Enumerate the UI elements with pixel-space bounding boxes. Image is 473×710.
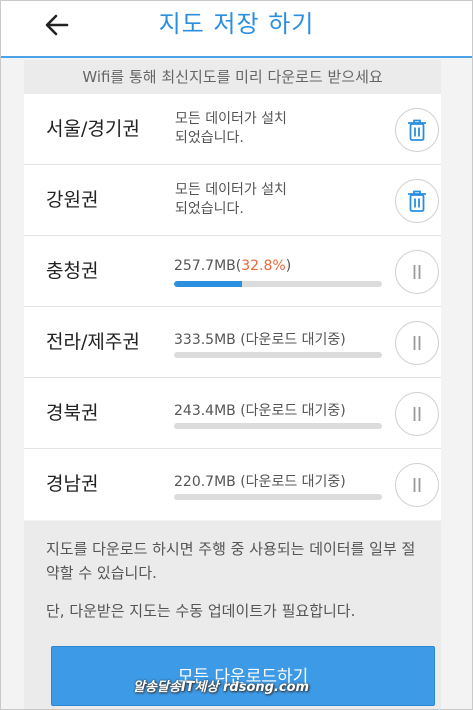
pause-icon <box>413 478 421 492</box>
pause-button[interactable] <box>395 250 439 294</box>
delete-button[interactable] <box>395 179 439 223</box>
app-header: 지도 저장 하기 <box>0 0 473 58</box>
download-size: 257.7MB(32.8%) <box>174 258 292 274</box>
region-name: 경남권 <box>46 473 99 495</box>
region-name: 강원권 <box>46 189 99 211</box>
progress-bar <box>174 423 382 429</box>
region-status: 모든 데이터가 설치 되었습니다. <box>175 181 385 219</box>
region-status: 모든 데이터가 설치 되었습니다. <box>175 110 385 148</box>
download-size: 243.4MB (다운로드 대기중) <box>174 400 346 420</box>
delete-button[interactable] <box>395 108 439 152</box>
pause-icon <box>413 265 421 279</box>
waiting-status: (다운로드 대기중) <box>240 332 346 348</box>
download-size: 220.7MB (다운로드 대기중) <box>174 471 346 491</box>
size-value: 257.7MB <box>174 258 236 274</box>
region-list: 서울/경기권 모든 데이터가 설치 되었습니다. 강원권 모든 데이터가 설치 … <box>24 94 441 520</box>
info-manual-update: 단, 다운받은 지도는 수동 업데이트가 필요합니다. <box>46 602 356 620</box>
wifi-hint: Wifi를 통해 최신지도를 미리 다운로드 받으세요 <box>24 60 441 94</box>
pause-button[interactable] <box>395 463 439 507</box>
watermark: 알송달송IT세상 rdsong.com <box>133 680 310 695</box>
pause-button[interactable] <box>395 321 439 365</box>
size-value: 220.7MB <box>174 474 236 490</box>
status-line: 모든 데이터가 설치 <box>175 111 287 127</box>
size-value: 333.5MB <box>174 332 236 348</box>
region-row-gyeongbuk: 경북권 243.4MB (다운로드 대기중) <box>24 378 441 449</box>
download-size: 333.5MB (다운로드 대기중) <box>174 329 346 349</box>
status-line: 되었습니다. <box>175 130 244 146</box>
pause-icon <box>413 407 421 421</box>
progress-bar <box>174 281 382 287</box>
region-row-seoul: 서울/경기권 모든 데이터가 설치 되었습니다. <box>24 94 441 165</box>
pause-icon <box>413 336 421 350</box>
progress-bar <box>174 352 382 358</box>
region-name: 경북권 <box>46 402 99 424</box>
pause-button[interactable] <box>395 392 439 436</box>
region-row-chungcheong: 충청권 257.7MB(32.8%) <box>24 236 441 307</box>
waiting-status: (다운로드 대기중) <box>240 403 346 419</box>
progress-percent: 32.8% <box>241 258 286 274</box>
progress-bar <box>174 494 382 500</box>
region-name: 서울/경기권 <box>46 118 140 140</box>
waiting-status: (다운로드 대기중) <box>240 474 346 490</box>
region-row-gyeongnam: 경남권 220.7MB (다운로드 대기중) <box>24 449 441 520</box>
region-name: 전라/제주권 <box>46 331 140 353</box>
trash-icon <box>408 119 426 141</box>
info-data-saving: 지도를 다운로드 하시면 주행 중 사용되는 데이터를 일부 절약할 수 있습니… <box>46 540 416 582</box>
size-value: 243.4MB <box>174 403 236 419</box>
region-row-jeolla: 전라/제주권 333.5MB (다운로드 대기중) <box>24 307 441 378</box>
region-name: 충청권 <box>46 260 99 282</box>
status-line: 모든 데이터가 설치 <box>175 182 287 198</box>
page-title: 지도 저장 하기 <box>158 10 315 38</box>
trash-icon <box>408 190 426 212</box>
progress-fill <box>174 281 243 287</box>
status-line: 되었습니다. <box>175 201 244 217</box>
region-row-gangwon: 강원권 모든 데이터가 설치 되었습니다. <box>24 165 441 236</box>
